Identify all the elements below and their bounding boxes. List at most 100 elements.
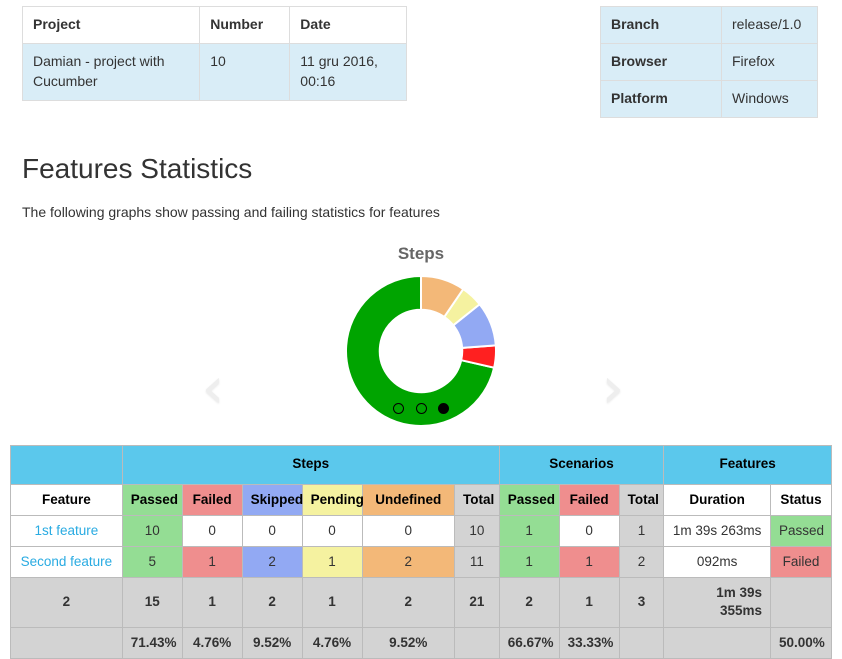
percent-scenarios-failed: 33.33% xyxy=(558,626,620,659)
features-statistics-table-wrap: Steps Scenarios Features Feature Passed … xyxy=(0,444,842,659)
table-row: Browser Firefox xyxy=(600,42,818,81)
features-statistics-section: Features Statistics The following graphs… xyxy=(0,152,842,220)
col-header-scenarios-failed[interactable]: Failed xyxy=(558,483,620,516)
col-header-steps-total[interactable]: Total xyxy=(453,483,500,516)
col-header-steps-pending[interactable]: Pending xyxy=(301,483,364,516)
chevron-left-icon[interactable]: ‹ xyxy=(190,360,236,416)
totals-scenarios-passed: 2 xyxy=(498,577,560,628)
col-header-steps-failed[interactable]: Failed xyxy=(181,483,243,516)
col-header-feature[interactable]: Feature xyxy=(10,483,123,516)
charts-carousel[interactable]: Steps ‹ › xyxy=(0,236,842,431)
cell-scenarios-total: 2 xyxy=(618,546,665,579)
cell-steps-total: 11 xyxy=(453,546,500,579)
cell-scenarios-passed: 1 xyxy=(498,546,560,579)
page-subtitle: The following graphs show passing and fa… xyxy=(22,203,440,220)
project-name-value: Damian - project with Cucumber xyxy=(21,42,201,101)
cell-steps-undefined: 0 xyxy=(361,514,455,548)
col-header-status[interactable]: Status xyxy=(769,483,833,516)
cell-steps-skipped: 0 xyxy=(241,514,303,548)
col-header-duration[interactable]: Duration xyxy=(663,483,771,516)
percent-feature xyxy=(10,626,123,659)
group-header-features: Features xyxy=(663,444,832,485)
totals-scenarios-total: 3 xyxy=(618,577,665,628)
col-header-steps-undefined[interactable]: Undefined xyxy=(361,483,455,516)
cell-duration: 1m 39s 263ms xyxy=(663,514,771,548)
cell-steps-skipped: 2 xyxy=(241,546,303,579)
table-header: Steps Scenarios Features Feature Passed … xyxy=(10,444,833,516)
summary-tables-area: Project Number Date Damian - project wit… xyxy=(0,0,842,130)
project-info-table: Project Number Date Damian - project wit… xyxy=(21,6,407,101)
cell-steps-undefined: 2 xyxy=(361,546,455,579)
totals-status xyxy=(769,577,833,628)
table-percent-row: 71.43% 4.76% 9.52% 4.76% 9.52% 66.67% 33… xyxy=(10,626,833,659)
feature-link[interactable]: Second feature xyxy=(21,554,113,569)
chevron-right-icon[interactable]: › xyxy=(590,360,636,416)
totals-scenarios-failed: 1 xyxy=(558,577,620,628)
feature-name-cell[interactable]: Second feature xyxy=(10,546,123,579)
date-header: Date xyxy=(289,6,407,44)
cell-steps-passed: 10 xyxy=(121,514,183,548)
chart-title: Steps xyxy=(397,243,445,263)
branch-value: release/1.0 xyxy=(721,6,818,44)
percent-steps-pending: 4.76% xyxy=(301,626,363,659)
totals-steps-skipped: 2 xyxy=(241,577,303,628)
percent-steps-undefined: 9.52% xyxy=(361,626,455,659)
environment-info-table: Branch release/1.0 Browser Firefox Platf… xyxy=(600,6,818,118)
group-header-steps: Steps xyxy=(121,444,500,485)
table-row: Project Number Date xyxy=(21,6,407,44)
table-row: Second feature 5 1 2 1 2 11 1 1 2 092ms … xyxy=(10,546,833,579)
table-row: 1st feature 10 0 0 0 0 10 1 0 1 1m 39s 2… xyxy=(10,514,833,548)
percent-scenarios-total xyxy=(618,626,665,659)
totals-steps-undefined: 2 xyxy=(361,577,455,628)
carousel-dots[interactable] xyxy=(346,402,496,414)
totals-duration: 1m 39s 355ms xyxy=(663,577,771,628)
percent-scenarios-passed: 66.67% xyxy=(498,626,560,659)
group-header-blank xyxy=(10,444,123,485)
project-header: Project xyxy=(21,6,201,44)
steps-donut-chart xyxy=(346,275,496,426)
status-badge: Failed xyxy=(769,546,833,579)
col-header-scenarios-passed[interactable]: Passed xyxy=(498,483,560,516)
totals-steps-pending: 1 xyxy=(301,577,363,628)
cell-scenarios-failed: 1 xyxy=(558,546,620,579)
page-title: Features Statistics xyxy=(22,153,253,184)
percent-steps-passed: 71.43% xyxy=(121,626,183,659)
table-column-header-row: Feature Passed Failed Skipped Pending Un… xyxy=(10,483,833,516)
table-body: 1st feature 10 0 0 0 0 10 1 0 1 1m 39s 2… xyxy=(10,514,833,659)
cell-steps-passed: 5 xyxy=(121,546,183,579)
cell-steps-failed: 0 xyxy=(181,514,243,548)
carousel-dot-3[interactable] xyxy=(438,402,450,414)
table-group-header-row: Steps Scenarios Features xyxy=(10,444,832,485)
cell-steps-pending: 0 xyxy=(301,514,363,548)
col-header-steps-skipped[interactable]: Skipped xyxy=(241,483,303,516)
totals-steps-passed: 15 xyxy=(121,577,183,628)
branch-label: Branch xyxy=(600,6,722,44)
table-totals-row: 2 15 1 2 1 2 21 2 1 3 1m 39s 355ms xyxy=(10,577,833,628)
cell-scenarios-passed: 1 xyxy=(498,514,560,548)
table-row: Branch release/1.0 xyxy=(600,6,818,44)
percent-duration xyxy=(663,626,771,659)
feature-name-cell[interactable]: 1st feature xyxy=(10,514,123,548)
col-header-scenarios-total[interactable]: Total xyxy=(618,483,665,516)
carousel-dot-1[interactable] xyxy=(392,402,404,414)
table-row: Platform Windows xyxy=(600,79,818,118)
status-badge: Passed xyxy=(769,514,833,548)
table-row: Damian - project with Cucumber 10 11 gru… xyxy=(21,42,407,101)
carousel-dot-2[interactable] xyxy=(415,402,427,414)
platform-value: Windows xyxy=(721,79,818,118)
cell-steps-total: 10 xyxy=(453,514,500,548)
cell-duration: 092ms xyxy=(663,546,771,579)
totals-steps-total: 21 xyxy=(453,577,500,628)
browser-label: Browser xyxy=(600,42,722,81)
browser-value: Firefox xyxy=(721,42,818,81)
percent-status: 50.00% xyxy=(769,626,833,659)
percent-steps-skipped: 9.52% xyxy=(241,626,303,659)
cell-steps-pending: 1 xyxy=(301,546,363,579)
percent-steps-failed: 4.76% xyxy=(181,626,243,659)
percent-steps-total xyxy=(453,626,500,659)
number-header: Number xyxy=(199,6,291,44)
col-header-steps-passed[interactable]: Passed xyxy=(121,483,183,516)
features-statistics-table: Steps Scenarios Features Feature Passed … xyxy=(10,444,833,659)
feature-link[interactable]: 1st feature xyxy=(34,523,98,538)
platform-label: Platform xyxy=(600,79,722,118)
